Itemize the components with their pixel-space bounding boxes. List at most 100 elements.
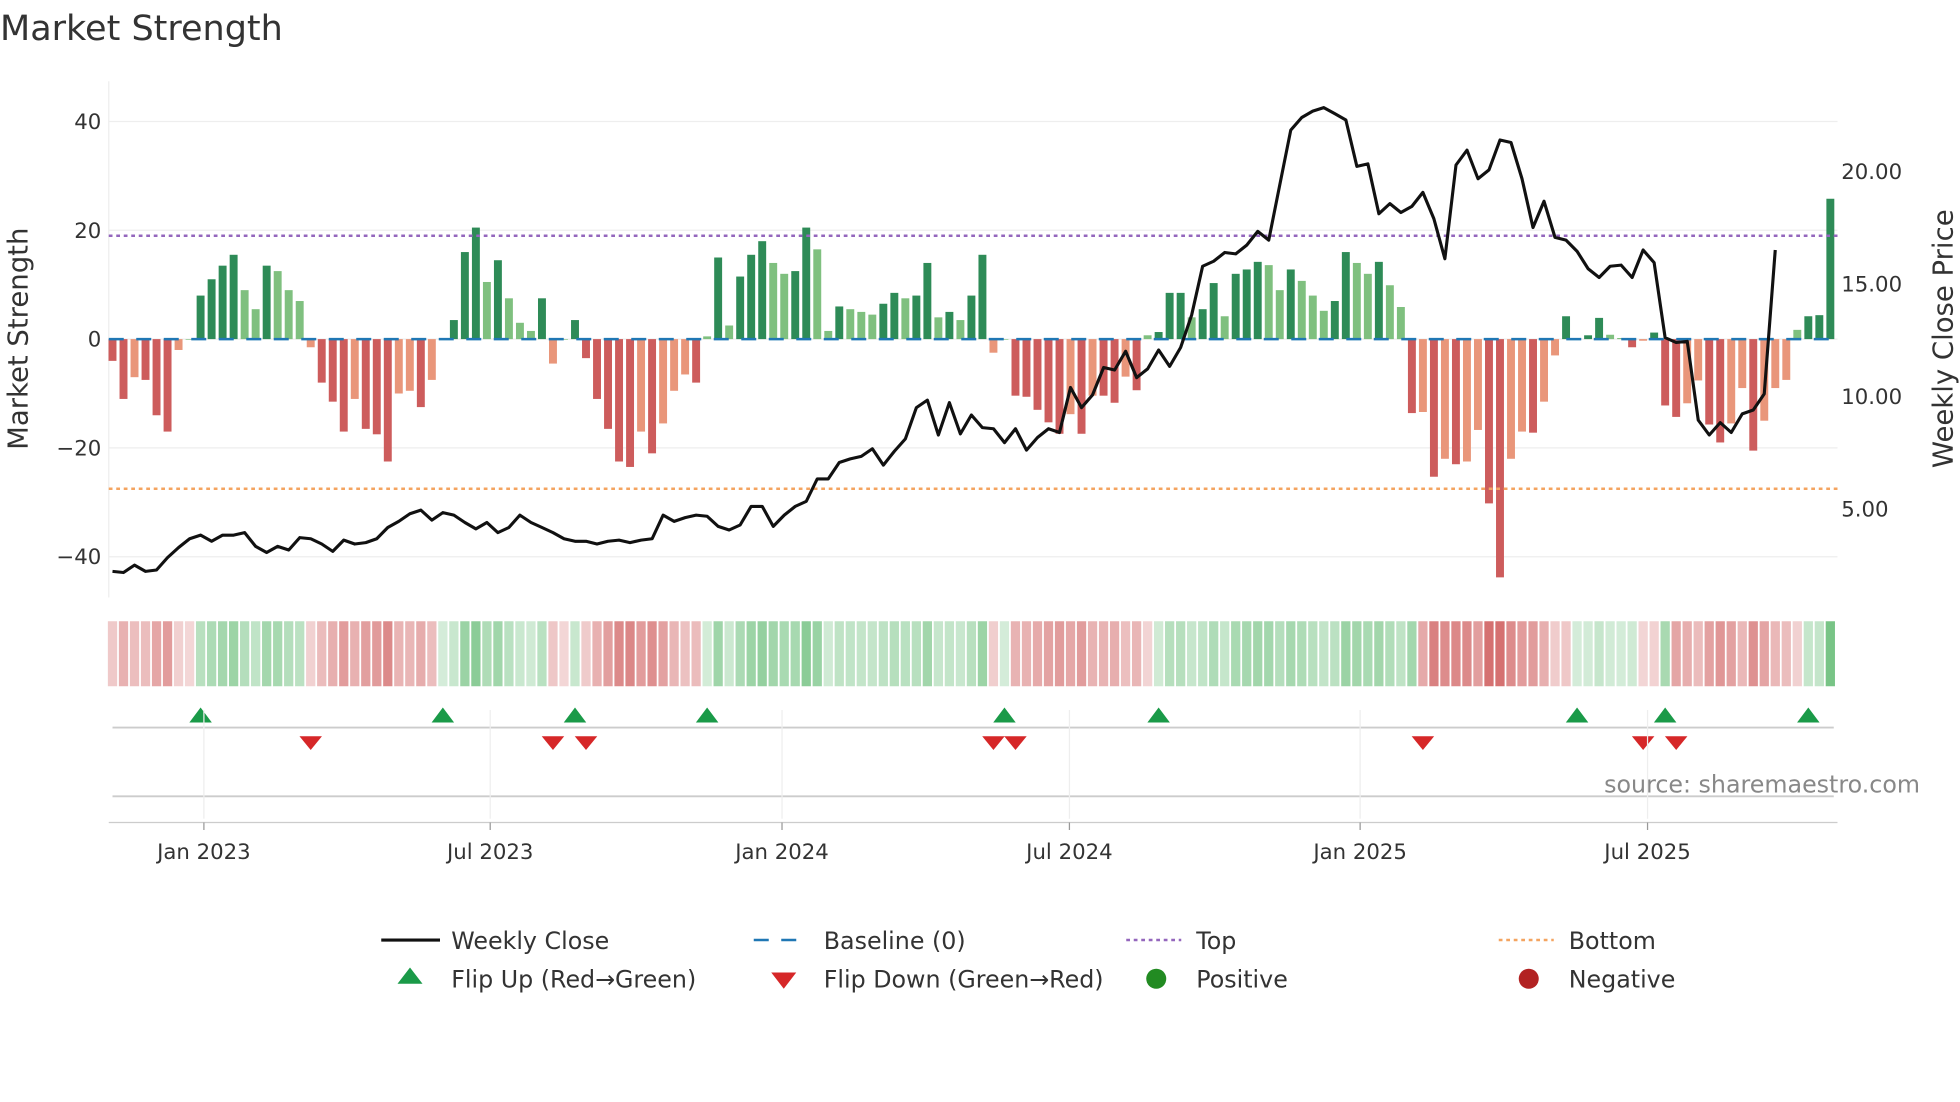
regime-cell [515,621,525,687]
x-tick-label: Jan 2023 [155,840,251,865]
legend-positive: Positive [1196,966,1288,994]
strength-bar [637,339,646,432]
strength-bar [1011,339,1020,396]
strength-bar [108,339,117,361]
strength-bar [802,227,811,340]
regime-cell [1275,621,1285,687]
strength-bar [295,301,304,340]
y-tick-label: 0 [88,328,102,353]
regime-cell [1352,621,1362,687]
strength-bar [537,298,546,340]
strength-bar [1132,339,1141,391]
x-tick-label: Jan 2024 [733,840,829,865]
flip-up-marker [563,707,587,723]
regime-cell [1682,621,1692,687]
strength-bar [769,262,778,340]
regime-cell [460,621,470,687]
regime-cell [416,621,426,687]
regime-cell [306,621,316,687]
regime-cell [438,621,448,687]
regime-cell [1572,621,1582,687]
regime-cell [1638,621,1648,687]
legend-top: Top [1195,927,1236,955]
regime-cell [273,621,283,687]
strength-bar [890,292,899,340]
regime-cell [339,621,349,687]
strength-bar [482,281,491,340]
strength-bar [1297,280,1306,340]
strength-bar [1815,315,1824,340]
regime-cell [625,621,635,687]
regime-cell [449,621,459,687]
strength-bar [240,290,249,340]
regime-cell [1550,621,1560,687]
strength-bar [262,265,271,340]
strength-bar [835,306,844,340]
strength-bar [174,339,183,350]
strength-bar [218,265,227,340]
regime-cell [955,621,966,687]
y2-tick-label: 20.00 [1841,160,1902,185]
regime-cell [1341,621,1351,687]
regime-cell [691,621,701,687]
strength-bar [1540,339,1548,402]
regime-cell [151,621,162,687]
strength-bar [1022,339,1031,397]
regime-cell [1704,621,1714,687]
strength-bar [1738,339,1747,389]
regime-cell [592,621,602,687]
regime-cell [1065,621,1076,687]
regime-cell [1814,621,1824,687]
regime-cell [845,621,855,687]
y2-tick-label: 5.00 [1841,497,1888,522]
strength-bar [1496,339,1504,578]
regime-cell [1429,621,1439,687]
regime-cell [680,621,690,687]
strength-bar [1462,339,1471,462]
strength-bar [1661,339,1670,406]
regime-cell [790,621,800,687]
strength-bar [1374,261,1383,340]
regime-cell [1517,621,1527,687]
strength-bar [372,339,381,435]
regime-cell [1770,621,1780,687]
strength-bar [1033,339,1042,410]
strength-bar [1330,301,1339,340]
regime-cell [328,621,338,687]
regime-cell [614,621,624,687]
strength-bar [1749,339,1758,451]
regime-cell [581,621,591,687]
regime-cell [1297,621,1307,687]
regime-cell [1803,621,1813,687]
strength-bar [1363,273,1372,340]
regime-cell [977,621,988,687]
legend-negative-icon [1518,968,1539,989]
strength-bar [1727,339,1736,424]
strength-bar [207,279,216,340]
regime-cell [834,621,844,687]
strength-bar [945,311,954,340]
strength-bar [1264,265,1273,340]
regime-cell [889,621,899,687]
regime-cell [526,621,536,687]
strength-bar [725,325,734,340]
regime-cell [1748,621,1758,687]
strength-bar [1176,292,1185,340]
legend-flip-up: Flip Up (Red→Green) [451,966,696,994]
strength-bar [493,260,502,340]
strength-bar [251,309,260,340]
regime-cell [471,621,481,687]
regime-cell [1032,621,1043,687]
regime-cell [1308,621,1318,687]
strength-bar [1639,339,1648,341]
flip-up-marker [1147,707,1170,723]
strength-bar [901,298,910,340]
flip-up-marker [189,707,212,723]
strength-bar [1429,339,1438,477]
regime-cell [1649,621,1659,687]
regime-cell [1473,621,1483,687]
regime-cell [118,621,129,687]
regime-cell [427,621,437,687]
regime-cell [140,621,151,687]
regime-cell [1693,621,1703,687]
